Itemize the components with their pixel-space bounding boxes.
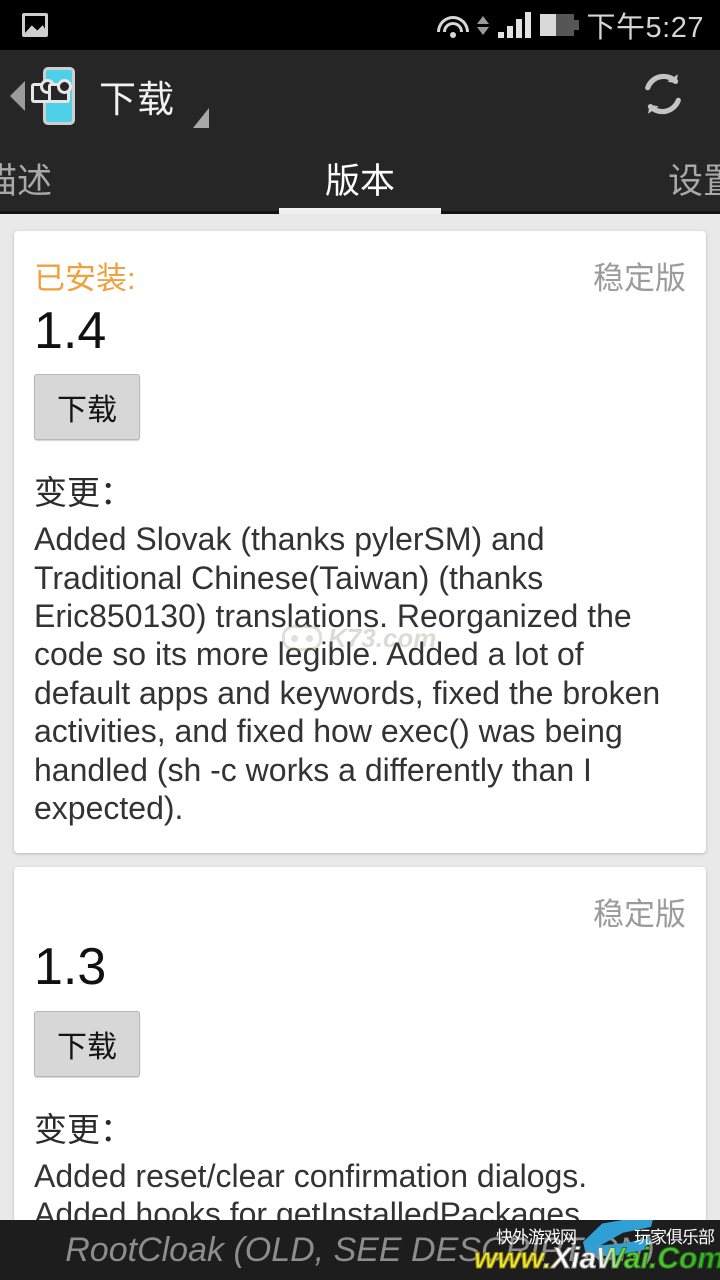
battery-icon — [539, 14, 579, 36]
wifi-icon — [436, 12, 470, 38]
refresh-button[interactable] — [636, 67, 690, 126]
tab-settings-label: 设置 — [667, 161, 720, 201]
refresh-icon — [645, 73, 681, 114]
changelog-label: 变更： — [34, 1110, 133, 1148]
changelog-text: Added reset/clear confirmation dialogs. … — [34, 1157, 588, 1220]
xiawai-watermark-url: www.XiaWai.Com — [473, 1242, 720, 1276]
version-card-header: 已安装: 稳定版 — [34, 253, 686, 298]
bottom-app-title-bar: RootCloak (OLD, SEE DESCRIPTION) 快外游戏网 玩… — [0, 1220, 720, 1280]
gallery-icon — [22, 13, 48, 37]
tab-description[interactable]: 描述 — [0, 142, 234, 214]
status-bar-notifications — [0, 13, 48, 37]
tab-versions[interactable]: 版本 — [234, 142, 486, 214]
tab-settings[interactable]: 设置 — [486, 142, 720, 214]
version-number: 1.4 — [34, 302, 107, 360]
changelog-text: Added Slovak (thanks pylerSM) and Tradit… — [34, 521, 661, 826]
version-number: 1.3 — [34, 938, 107, 997]
version-card: 已安装: 稳定版 1.4 下载 变更： Added Slovak (thanks… — [14, 231, 706, 854]
dropdown-triangle-icon[interactable] — [193, 108, 209, 128]
signal-icon — [497, 12, 531, 38]
tab-versions-label: 版本 — [324, 161, 395, 201]
version-card-header: 稳定版 — [34, 889, 686, 934]
download-button[interactable]: 下载 — [34, 1010, 140, 1077]
version-list[interactable]: 已安装: 稳定版 1.4 下载 变更： Added Slovak (thanks… — [0, 217, 720, 1220]
branch-label: 稳定版 — [593, 897, 686, 933]
branch-label: 稳定版 — [593, 261, 686, 296]
changelog-label: 变更： — [34, 474, 133, 512]
version-card: 稳定版 1.3 下载 变更： Added reset/clear confirm… — [14, 867, 706, 1220]
data-transfer-icon — [476, 15, 489, 35]
tab-bar: 描述 版本 设置 — [0, 142, 720, 214]
xiawai-watermark: 快外游戏网 玩家俱乐部 www.XiaWai.Com — [468, 1220, 720, 1280]
back-chevron-icon — [10, 81, 25, 111]
tab-description-label: 描述 — [0, 161, 53, 201]
page-title: 下载 — [99, 79, 175, 120]
installed-badge: 已安装: — [34, 261, 136, 296]
status-bar: 下午5:27 — [0, 0, 720, 50]
xposed-app-icon — [29, 67, 75, 125]
status-bar-clock: 下午5:27 — [586, 12, 704, 44]
app-root: 下午5:27 下载 描述 版本 — [0, 0, 720, 1280]
status-bar-system-icons: 下午5:27 — [436, 4, 720, 46]
action-bar: 下载 — [0, 50, 720, 142]
download-button[interactable]: 下载 — [34, 374, 140, 441]
up-navigation-button[interactable] — [0, 67, 75, 125]
